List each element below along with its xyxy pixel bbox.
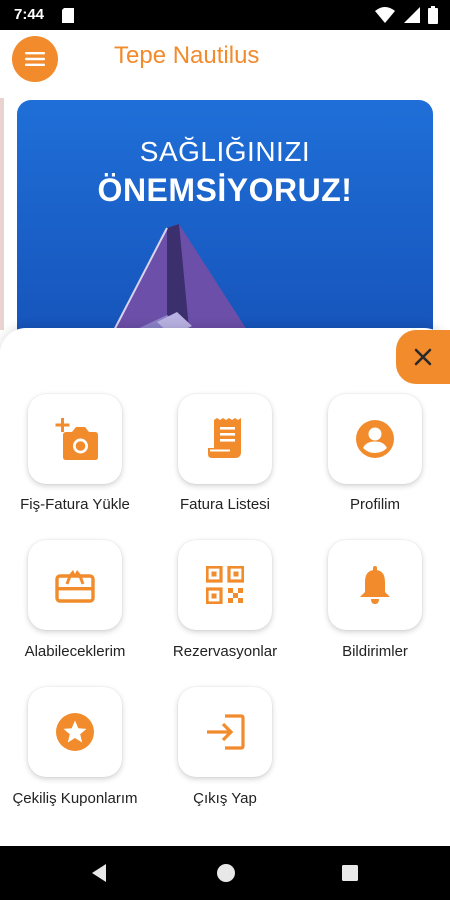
add-photo-icon [55,418,98,460]
carousel-edge [0,98,4,330]
hamburger-icon [25,52,45,66]
home-icon[interactable] [216,863,236,883]
tile-label: Çekiliş Kuponlarım [12,790,138,807]
raffle-coupons-button[interactable] [28,687,122,777]
upload-invoice-button[interactable] [28,394,122,484]
status-time: 7:44 [14,6,45,23]
recents-icon[interactable] [341,864,359,882]
wifi-icon [375,7,396,23]
menu-button[interactable] [12,36,58,82]
sim-card-icon [62,8,74,23]
back-icon[interactable] [90,863,108,883]
status-icons [375,6,438,24]
tile-label: Profilim [349,496,400,513]
close-icon [414,348,432,366]
tile-label: Fatura Listesi [179,496,271,513]
app-bar: Tepe Nautilus [0,30,450,92]
tile-label: Çıkış Yap [193,790,257,807]
gift-card-icon [55,570,95,603]
qr-code-icon [206,566,244,604]
banner-heading-2: ÖNEMSİYORUZ! [97,172,353,208]
promo-banner[interactable]: SAĞLIĞINIZI ÖNEMSİYORUZ! [17,100,433,360]
star-icon [56,713,94,751]
tile-label: Rezervasyonlar [172,643,278,660]
system-nav-bar [0,846,450,900]
status-bar: 7:44 [0,0,450,30]
profile-button[interactable] [328,394,422,484]
close-button[interactable] [396,330,450,384]
notifications-button[interactable] [328,540,422,630]
tile-label: Alabileceklerim [24,643,126,660]
logout-button[interactable] [178,687,272,777]
tile-label: Bildirimler [342,643,408,660]
battery-icon [428,6,438,24]
app-title: Tepe Nautilus [114,42,260,69]
logout-icon [207,714,245,750]
banner-heading-1: SAĞLIĞINIZI [139,136,311,167]
invoice-list-button[interactable] [178,394,272,484]
rewards-button[interactable] [28,540,122,630]
signal-icon [403,7,420,23]
bell-icon [360,566,390,604]
receipt-icon [208,418,241,458]
reservations-button[interactable] [178,540,272,630]
account-circle-icon [356,420,394,458]
tile-label: Fiş-Fatura Yükle [20,496,130,513]
